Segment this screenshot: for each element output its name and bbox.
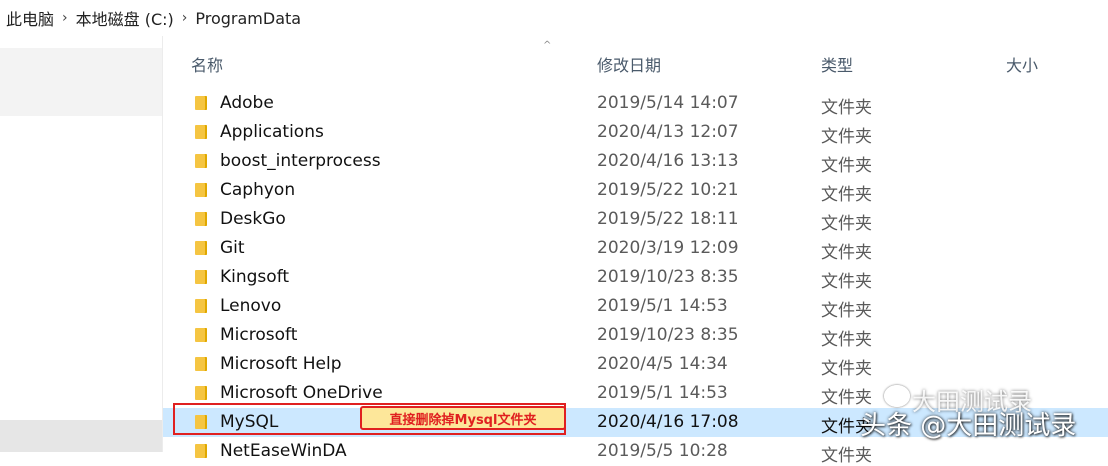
file-type: 文件夹	[821, 446, 872, 466]
file-date: 2019/5/1 14:53	[597, 296, 728, 316]
nav-pane-item[interactable]	[0, 420, 162, 452]
folder-icon	[195, 444, 207, 458]
file-date: 2020/4/16 13:13	[597, 151, 739, 171]
file-type: 文件夹	[821, 330, 872, 350]
folder-icon	[195, 299, 207, 313]
file-row[interactable]: Git 2020/3/19 12:09 文件夹	[163, 234, 1108, 263]
folder-icon	[195, 241, 207, 255]
file-date: 2020/4/13 12:07	[597, 122, 739, 142]
file-name: Applications	[220, 122, 324, 142]
folder-icon	[195, 357, 207, 371]
nav-pane-item[interactable]	[0, 48, 162, 116]
column-header-size[interactable]: 大小	[1006, 52, 1038, 76]
file-date: 2019/5/22 10:21	[597, 180, 739, 200]
file-type: 文件夹	[821, 243, 872, 263]
file-row[interactable]: Applications 2020/4/13 12:07 文件夹	[163, 118, 1108, 147]
watermark: 头条 @大田测试录	[860, 411, 1077, 441]
file-row[interactable]: Lenovo 2019/5/1 14:53 文件夹	[163, 292, 1108, 321]
file-name: boost_interprocess	[220, 151, 381, 171]
file-date: 2020/4/16 17:08	[597, 412, 739, 432]
file-row[interactable]: Microsoft 2019/10/23 8:35 文件夹	[163, 321, 1108, 350]
file-date: 2019/5/1 14:53	[597, 383, 728, 403]
file-name: Git	[220, 238, 245, 258]
file-row[interactable]: boost_interprocess 2020/4/16 13:13 文件夹	[163, 147, 1108, 176]
file-row[interactable]: Adobe 2019/5/14 14:07 文件夹	[163, 89, 1108, 118]
sort-ascending-icon: ^	[543, 40, 552, 51]
annotation-callout: 直接删除掉Mysql文件夹	[360, 406, 566, 430]
file-date: 2019/10/23 8:35	[597, 267, 739, 287]
folder-icon	[195, 183, 207, 197]
file-row[interactable]: Caphyon 2019/5/22 10:21 文件夹	[163, 176, 1108, 205]
file-date: 2019/5/5 10:28	[597, 441, 728, 461]
file-row[interactable]: Kingsoft 2019/10/23 8:35 文件夹	[163, 263, 1108, 292]
file-name: Microsoft OneDrive	[220, 383, 383, 403]
column-header-row: ^ 名称 修改日期 类型 大小	[163, 36, 1108, 82]
column-header-name[interactable]: 名称	[191, 52, 223, 76]
breadcrumb-local-disk[interactable]: 本地磁盘 (C:)	[70, 6, 180, 30]
file-date: 2020/4/5 14:34	[597, 354, 728, 374]
folder-icon	[195, 212, 207, 226]
file-type: 文件夹	[821, 185, 872, 205]
file-type: 文件夹	[821, 127, 872, 147]
folder-icon	[195, 154, 207, 168]
file-type: 文件夹	[821, 156, 872, 176]
column-header-date[interactable]: 修改日期	[597, 52, 661, 76]
file-type: 文件夹	[821, 98, 872, 118]
file-row[interactable]: DeskGo 2019/5/22 18:11 文件夹	[163, 205, 1108, 234]
folder-icon	[195, 415, 207, 429]
chevron-right-icon[interactable]: ›	[60, 10, 70, 26]
file-date: 2019/5/14 14:07	[597, 93, 739, 113]
breadcrumb-this-pc[interactable]: 此电脑	[0, 6, 60, 30]
wechat-icon	[884, 385, 910, 407]
file-date: 2020/3/19 12:09	[597, 238, 739, 258]
file-date: 2019/10/23 8:35	[597, 325, 739, 345]
file-type: 文件夹	[821, 272, 872, 292]
file-name: Lenovo	[220, 296, 282, 316]
column-header-type[interactable]: 类型	[821, 52, 853, 76]
file-type: 文件夹	[821, 359, 872, 379]
file-name: NetEaseWinDA	[220, 441, 347, 461]
file-name: Microsoft Help	[220, 354, 342, 374]
file-date: 2019/5/22 18:11	[597, 209, 739, 229]
breadcrumb: 此电脑 › 本地磁盘 (C:) › ProgramData	[0, 0, 1108, 36]
file-name: Adobe	[220, 93, 274, 113]
file-type: 文件夹	[821, 301, 872, 321]
breadcrumb-programdata[interactable]: ProgramData	[189, 9, 307, 28]
file-type: 文件夹	[821, 214, 872, 234]
file-name: Caphyon	[220, 180, 296, 200]
file-row[interactable]: Microsoft Help 2020/4/5 14:34 文件夹	[163, 350, 1108, 379]
folder-icon	[195, 96, 207, 110]
file-name: Microsoft	[220, 325, 298, 345]
folder-icon	[195, 270, 207, 284]
folder-icon	[195, 328, 207, 342]
chevron-right-icon[interactable]: ›	[180, 10, 190, 26]
folder-icon	[195, 386, 207, 400]
file-name: MySQL	[220, 412, 279, 432]
folder-icon	[195, 125, 207, 139]
file-name: DeskGo	[220, 209, 286, 229]
file-name: Kingsoft	[220, 267, 290, 287]
navigation-pane[interactable]	[0, 36, 162, 452]
